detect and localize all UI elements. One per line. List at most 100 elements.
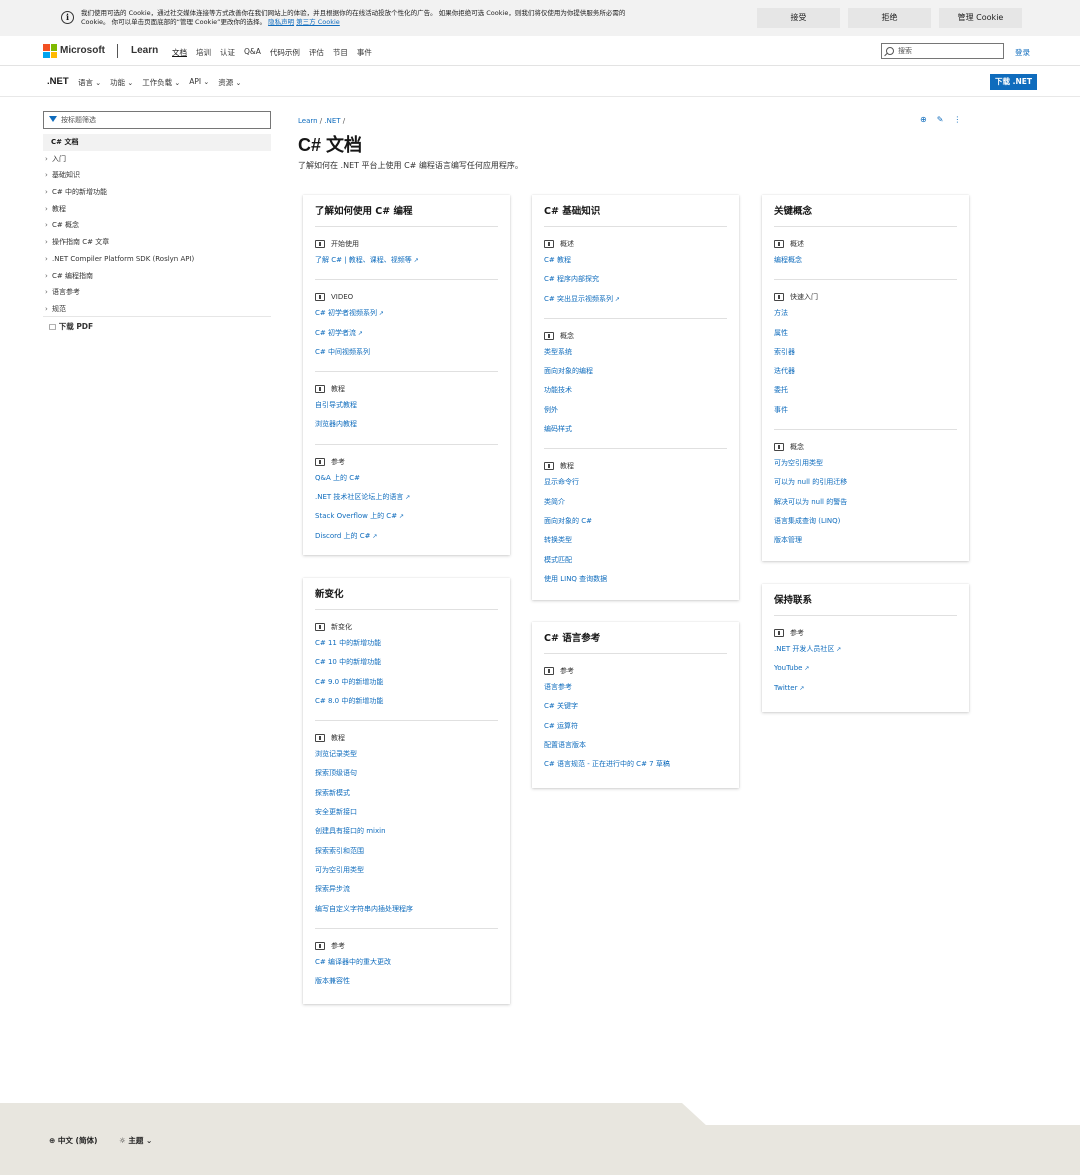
nav-resources[interactable]: 资源 xyxy=(218,77,241,88)
toc-item[interactable]: › 基础知识 xyxy=(43,167,271,184)
card-link[interactable]: 自引导式教程 xyxy=(315,399,498,418)
nav-events[interactable]: 事件 xyxy=(357,47,372,58)
globe-icon[interactable]: ⊕ xyxy=(920,115,927,124)
card-link[interactable]: 版本兼容性 xyxy=(315,975,498,994)
download-dotnet-button[interactable]: 下载 .NET xyxy=(990,74,1037,90)
toc-item[interactable]: › 操作指南 C# 文章 xyxy=(43,234,271,251)
manage-cookies-button[interactable]: 管理 Cookie xyxy=(939,8,1022,28)
card-link[interactable]: C# 运算符 xyxy=(544,720,727,739)
nav-shows[interactable]: 节目 xyxy=(333,47,348,58)
microsoft-logo-icon[interactable] xyxy=(43,44,57,58)
nav-workloads[interactable]: 工作负载 xyxy=(142,77,180,88)
card-link[interactable]: YouTube xyxy=(774,662,957,681)
card-link[interactable]: Discord 上的 C# xyxy=(315,530,498,549)
toc-item[interactable]: C# 文档 xyxy=(43,134,271,151)
language-selector[interactable]: ⊕ 中文 (简体) xyxy=(49,1135,97,1146)
card-link[interactable]: C# 9.0 中的新增功能 xyxy=(315,676,498,695)
card-link[interactable]: 语言集成查询 (LINQ) xyxy=(774,515,957,534)
card-link[interactable]: 语言参考 xyxy=(544,681,727,700)
card-link[interactable]: 索引器 xyxy=(774,346,957,365)
nav-training[interactable]: 培训 xyxy=(196,47,211,58)
card-link[interactable]: C# 10 中的新增功能 xyxy=(315,656,498,675)
nav-code-samples[interactable]: 代码示例 xyxy=(270,47,300,58)
card-link[interactable]: Stack Overflow 上的 C# xyxy=(315,510,498,529)
card-link[interactable]: .NET 开发人员社区 xyxy=(774,643,957,662)
nav-api[interactable]: API xyxy=(189,77,209,88)
card-link[interactable]: 面向对象的编程 xyxy=(544,365,727,384)
card-link[interactable]: 版本管理 xyxy=(774,534,957,553)
breadcrumb-dotnet[interactable]: .NET xyxy=(324,117,340,125)
card-link[interactable]: 配置语言版本 xyxy=(544,739,727,758)
toc-item[interactable]: › .NET Compiler Platform SDK (Roslyn API) xyxy=(43,251,271,268)
card-link[interactable]: 类型系统 xyxy=(544,346,727,365)
card-link[interactable]: C# 初学者流 xyxy=(315,327,498,346)
card-link[interactable]: C# 程序内部探究 xyxy=(544,273,727,292)
nav-features[interactable]: 功能 xyxy=(110,77,133,88)
card-link[interactable]: 属性 xyxy=(774,327,957,346)
card-link[interactable]: C# 11 中的新增功能 xyxy=(315,637,498,656)
card-link[interactable]: 例外 xyxy=(544,404,727,423)
card-link[interactable]: C# 编译器中的重大更改 xyxy=(315,956,498,975)
card-link[interactable]: C# 关键字 xyxy=(544,700,727,719)
edit-icon[interactable]: ✎ xyxy=(937,115,944,124)
toc-item[interactable]: › 教程 xyxy=(43,201,271,218)
card-link[interactable]: 委托 xyxy=(774,384,957,403)
product-title[interactable]: .NET xyxy=(47,76,69,87)
card-link[interactable]: 探索新模式 xyxy=(315,787,498,806)
card-link[interactable]: Twitter xyxy=(774,682,957,701)
accept-button[interactable]: 接受 xyxy=(757,8,840,28)
card-link[interactable]: 可以为 null 的引用迁移 xyxy=(774,476,957,495)
download-pdf-link[interactable]: □ 下载 PDF xyxy=(49,321,93,332)
card-link[interactable]: C# 突出显示视频系列 xyxy=(544,293,727,312)
card-link[interactable]: 显示命令行 xyxy=(544,476,727,495)
card-link[interactable]: 编码样式 xyxy=(544,423,727,442)
toc-item[interactable]: › C# 概念 xyxy=(43,217,271,234)
card-link[interactable]: 使用 LINQ 查询数据 xyxy=(544,573,727,592)
card-link[interactable]: 解决可以为 null 的警告 xyxy=(774,496,957,515)
toc-item[interactable]: › 语言参考 xyxy=(43,284,271,301)
card-link[interactable]: 浏览器内教程 xyxy=(315,418,498,437)
theme-selector[interactable]: ☼ 主题 ⌄ xyxy=(119,1135,152,1146)
nav-languages[interactable]: 语言 xyxy=(78,77,101,88)
card-link[interactable]: 迭代器 xyxy=(774,365,957,384)
privacy-link[interactable]: 隐私声明 xyxy=(268,18,294,26)
nav-docs[interactable]: 文档 xyxy=(172,47,187,58)
card-link[interactable]: C# 初学者视频系列 xyxy=(315,307,498,326)
learn-home-link[interactable]: Learn xyxy=(131,45,158,56)
card-link[interactable]: 可为空引用类型 xyxy=(774,457,957,476)
card-link[interactable]: C# 语言规范 - 正在进行中的 C# 7 草稿 xyxy=(544,758,727,777)
breadcrumb-learn[interactable]: Learn xyxy=(298,117,318,125)
search-input[interactable]: 搜索 xyxy=(881,43,1004,59)
card-link[interactable]: 了解 C# | 教程、课程、视频等 xyxy=(315,254,498,273)
card-link[interactable]: C# 教程 xyxy=(544,254,727,273)
card-link[interactable]: 编程概念 xyxy=(774,254,957,273)
card-link[interactable]: .NET 技术社区论坛上的语言 xyxy=(315,491,498,510)
nav-certification[interactable]: 认证 xyxy=(220,47,235,58)
card-link[interactable]: 方法 xyxy=(774,307,957,326)
card-link[interactable]: Q&A 上的 C# xyxy=(315,472,498,491)
card-link[interactable]: 探索索引和范围 xyxy=(315,845,498,864)
card-link[interactable]: 探索顶级语句 xyxy=(315,767,498,786)
card-link[interactable]: 事件 xyxy=(774,404,957,423)
nav-assessments[interactable]: 评估 xyxy=(309,47,324,58)
card-link[interactable]: 类简介 xyxy=(544,496,727,515)
more-icon[interactable]: ⋮ xyxy=(953,115,961,124)
sign-in-link[interactable]: 登录 xyxy=(1015,47,1030,58)
card-link[interactable]: 功能技术 xyxy=(544,384,727,403)
card-link[interactable]: C# 中间视频系列 xyxy=(315,346,498,365)
toc-item[interactable]: › C# 编程指南 xyxy=(43,268,271,285)
card-link[interactable]: 转换类型 xyxy=(544,534,727,553)
card-link[interactable]: C# 8.0 中的新增功能 xyxy=(315,695,498,714)
card-link[interactable]: 探索异步流 xyxy=(315,883,498,902)
card-link[interactable]: 浏览记录类型 xyxy=(315,748,498,767)
toc-item[interactable]: › 入门 xyxy=(43,151,271,168)
reject-button[interactable]: 拒绝 xyxy=(848,8,931,28)
brand-name[interactable]: Microsoft xyxy=(60,45,105,56)
card-link[interactable]: 模式匹配 xyxy=(544,554,727,573)
card-link[interactable]: 创建具有接口的 mixin xyxy=(315,825,498,844)
card-link[interactable]: 可为空引用类型 xyxy=(315,864,498,883)
card-link[interactable]: 编写自定义字符串内插处理程序 xyxy=(315,903,498,922)
third-party-cookie-link[interactable]: 第三方 Cookie xyxy=(296,18,340,26)
card-link[interactable]: 面向对象的 C# xyxy=(544,515,727,534)
nav-qa[interactable]: Q&A xyxy=(244,47,261,58)
